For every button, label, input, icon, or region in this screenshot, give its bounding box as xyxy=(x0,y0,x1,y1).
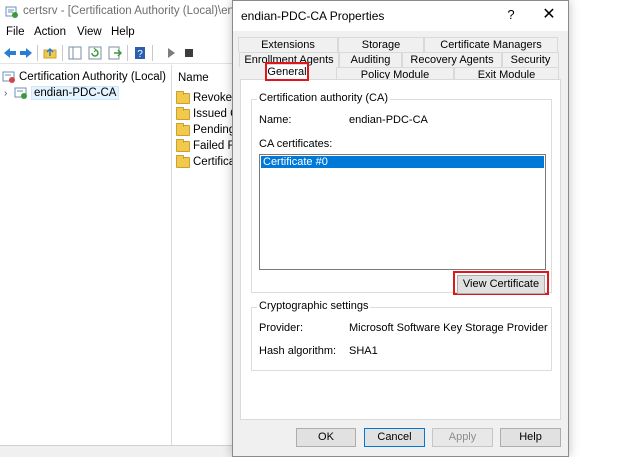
mmc-window-title: certsrv - [Certification Authority (Loca… xyxy=(23,5,256,17)
menu-help[interactable]: Help xyxy=(111,26,135,38)
start-service-icon[interactable] xyxy=(164,46,178,60)
tree-child-label: endian-PDC-CA xyxy=(31,86,120,100)
ca-group-caption: Certification authority (CA) xyxy=(257,92,390,104)
help-dialog-button[interactable]: Help xyxy=(500,428,561,447)
toolbar-separator xyxy=(37,45,38,61)
ca-server-icon xyxy=(14,87,27,99)
tab-security[interactable]: Security xyxy=(502,52,559,67)
tab-highlight-box xyxy=(265,62,309,81)
tab-auditing[interactable]: Auditing xyxy=(339,52,402,67)
view-certificate-button[interactable]: View Certificate xyxy=(457,275,545,294)
dialog-title: endian-PDC-CA Properties xyxy=(241,9,385,23)
chevron-right-icon[interactable]: › xyxy=(4,88,14,99)
menu-view[interactable]: View xyxy=(77,26,102,38)
tab-storage[interactable]: Storage xyxy=(338,37,424,52)
provider-label: Provider: xyxy=(259,322,304,334)
tab-extensions[interactable]: Extensions xyxy=(238,37,338,52)
crypto-group-caption: Cryptographic settings xyxy=(257,300,371,312)
certificate-authority-icon xyxy=(2,71,15,83)
ca-certificates-list[interactable]: Certificate #0 xyxy=(259,154,546,270)
pane-divider[interactable] xyxy=(171,65,172,445)
list-item[interactable]: Revoked xyxy=(176,90,238,106)
hash-algorithm-label: Hash algorithm: xyxy=(259,345,337,357)
back-arrow-icon[interactable] xyxy=(3,46,17,60)
column-name-label: Name xyxy=(178,72,209,84)
ok-button[interactable]: OK xyxy=(296,428,356,447)
general-tab-panel: Certification authority (CA) Name: endia… xyxy=(240,79,561,420)
tree-root-label: Certification Authority (Local) xyxy=(19,71,167,83)
folder-icon xyxy=(176,90,190,104)
stop-service-icon[interactable] xyxy=(182,46,196,60)
crypto-group: Cryptographic settings Provider: Microso… xyxy=(251,300,552,371)
ca-name-label: Name: xyxy=(259,114,292,126)
tab-recovery-agents[interactable]: Recovery Agents xyxy=(402,52,502,67)
export-list-icon[interactable] xyxy=(108,46,122,60)
tree-item-root[interactable]: Certification Authority (Local) xyxy=(2,69,166,85)
list-item[interactable]: Pending xyxy=(176,122,235,138)
menu-file[interactable]: File xyxy=(6,26,25,38)
certsrv-app-icon xyxy=(5,6,18,18)
dialog-body: Extensions Storage Certificate Managers … xyxy=(233,31,568,456)
folder-icon xyxy=(176,154,190,168)
console-tree: Certification Authority (Local) › endian… xyxy=(0,65,170,445)
help-book-icon[interactable]: ? xyxy=(133,46,147,60)
folder-icon xyxy=(176,138,190,152)
mmc-horizontal-scrollbar[interactable] xyxy=(0,445,240,457)
refresh-icon[interactable] xyxy=(88,46,102,60)
properties-dialog: endian-PDC-CA Properties ? ✕ Extensions … xyxy=(232,0,569,457)
toolbar-separator xyxy=(127,45,128,61)
provider-value: Microsoft Software Key Storage Provider xyxy=(349,322,548,334)
tree-item-endian-pdc-ca[interactable]: › endian-PDC-CA xyxy=(4,85,120,101)
menu-action[interactable]: Action xyxy=(34,26,66,38)
show-hide-tree-icon[interactable] xyxy=(68,46,82,60)
close-icon[interactable]: ✕ xyxy=(539,5,559,25)
tab-certificate-managers[interactable]: Certificate Managers xyxy=(424,37,558,52)
apply-button[interactable]: Apply xyxy=(432,428,493,447)
svg-text:?: ? xyxy=(137,49,143,60)
toolbar-separator xyxy=(62,45,63,61)
help-button[interactable]: ? xyxy=(505,7,517,22)
ca-group: Certification authority (CA) Name: endia… xyxy=(251,92,552,295)
folder-icon xyxy=(176,122,190,136)
folder-icon xyxy=(176,106,190,120)
tab-general[interactable]: General xyxy=(265,62,309,81)
mmc-menubar: File Action View Help xyxy=(0,24,240,42)
toolbar-separator xyxy=(152,45,153,61)
forward-arrow-icon[interactable] xyxy=(19,46,33,60)
list-item-label: Pending xyxy=(193,124,236,136)
ca-certificates-label: CA certificates: xyxy=(259,138,333,150)
list-item-certificate-0[interactable]: Certificate #0 xyxy=(261,156,544,168)
list-item[interactable]: Certificat xyxy=(176,154,238,170)
up-folder-icon[interactable] xyxy=(43,46,57,60)
hash-algorithm-value: SHA1 xyxy=(349,345,378,357)
list-column-header[interactable]: Name xyxy=(172,68,236,88)
mmc-toolbar: ? xyxy=(0,42,240,64)
cancel-button[interactable]: Cancel xyxy=(364,428,425,447)
ca-name-value: endian-PDC-CA xyxy=(349,114,428,126)
